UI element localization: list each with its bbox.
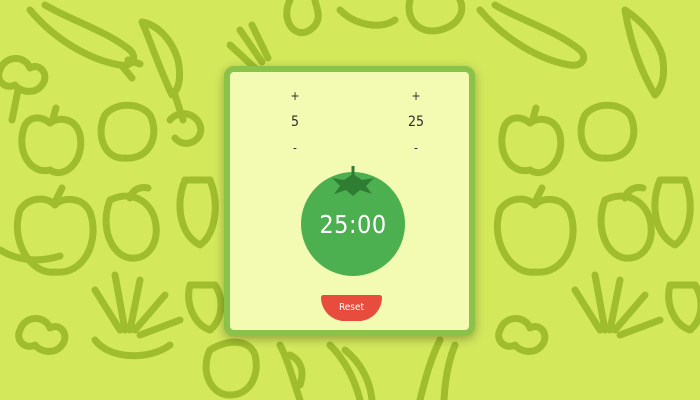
session-length-control: + 25 - bbox=[396, 72, 436, 162]
break-decrement-button[interactable]: - bbox=[275, 141, 315, 155]
session-increment-button[interactable]: + bbox=[396, 89, 436, 103]
break-increment-button[interactable]: + bbox=[275, 89, 315, 103]
break-length-value: 5 bbox=[290, 114, 299, 130]
break-length-control: + 5 - bbox=[275, 72, 315, 162]
reset-button[interactable]: Reset bbox=[321, 295, 382, 321]
pomodoro-card: + 5 - + 25 - 25:00 Reset bbox=[224, 66, 475, 336]
tomato-timer[interactable]: 25:00 bbox=[298, 166, 408, 276]
timer-display: 25:00 bbox=[319, 210, 387, 239]
session-decrement-button[interactable]: - bbox=[396, 141, 436, 155]
session-length-value: 25 bbox=[407, 114, 425, 130]
